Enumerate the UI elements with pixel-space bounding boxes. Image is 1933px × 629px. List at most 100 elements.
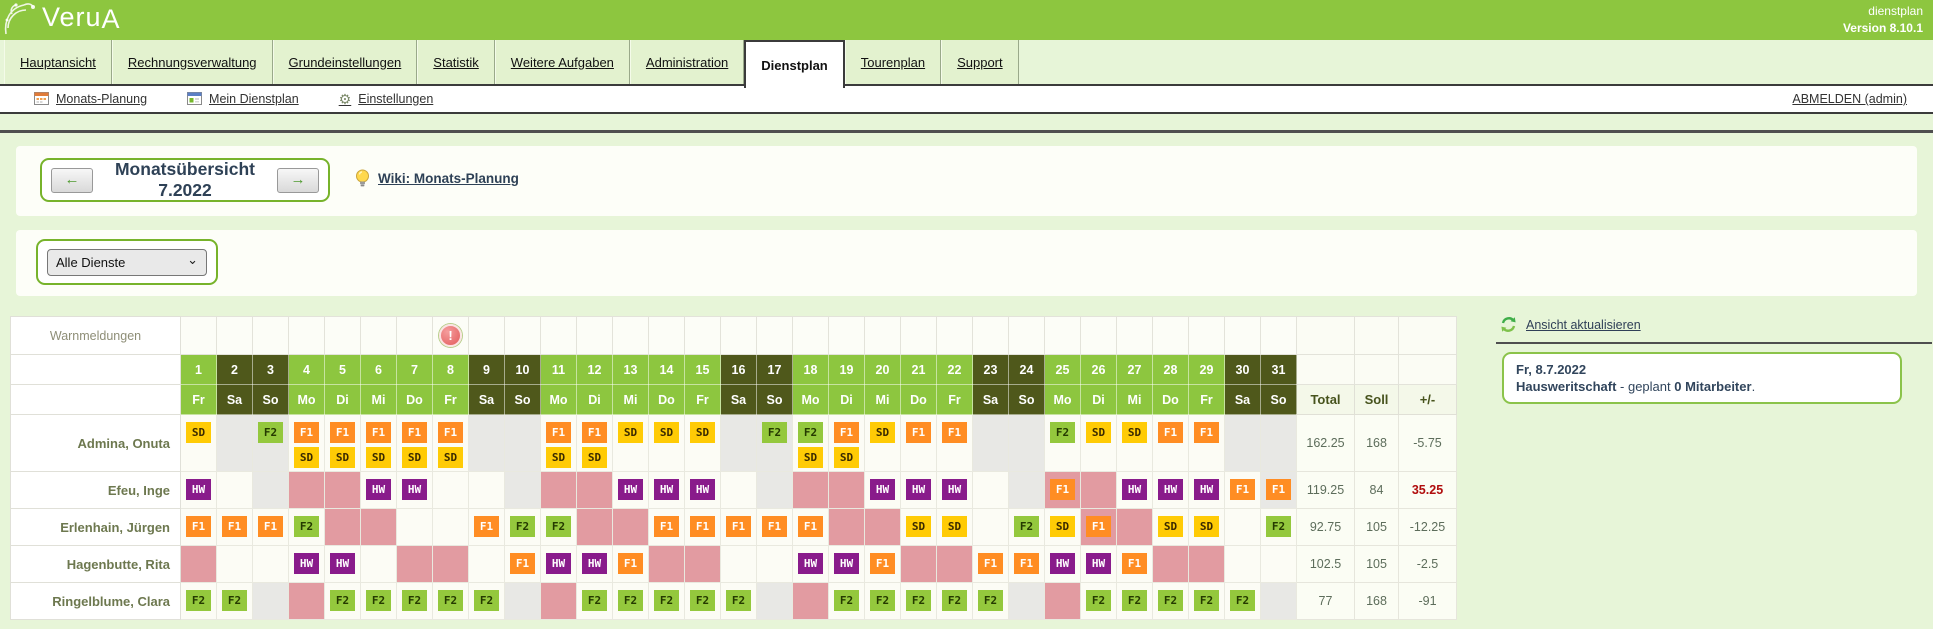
day-cell[interactable]: [325, 509, 361, 546]
day-cell[interactable]: HW: [793, 546, 829, 583]
day-cell[interactable]: [1045, 583, 1081, 620]
day-cell[interactable]: [973, 472, 1009, 509]
day-cell[interactable]: [973, 415, 1009, 472]
day-cell[interactable]: [1009, 472, 1045, 509]
tab-rechnungsverwaltung[interactable]: Rechnungsverwaltung: [112, 40, 273, 84]
day-cell[interactable]: HW: [325, 546, 361, 583]
day-cell[interactable]: HW: [289, 546, 325, 583]
day-cell[interactable]: F2: [865, 583, 901, 620]
day-cell[interactable]: F2: [937, 583, 973, 620]
day-cell[interactable]: [757, 583, 793, 620]
day-cell[interactable]: F1: [613, 546, 649, 583]
subnav-link-einstellungen[interactable]: ⚙Einstellungen: [339, 91, 434, 108]
day-cell[interactable]: [541, 583, 577, 620]
day-cell[interactable]: [1189, 546, 1225, 583]
day-cell[interactable]: F2: [613, 583, 649, 620]
day-cell[interactable]: F2: [829, 583, 865, 620]
day-cell[interactable]: F2: [577, 583, 613, 620]
day-cell[interactable]: [397, 509, 433, 546]
day-cell[interactable]: HW: [685, 472, 721, 509]
day-cell[interactable]: [721, 472, 757, 509]
logout-link[interactable]: ABMELDEN (admin): [1792, 92, 1933, 106]
day-cell[interactable]: F1SD: [397, 415, 433, 472]
day-cell[interactable]: F2: [397, 583, 433, 620]
day-cell[interactable]: F1: [1261, 472, 1297, 509]
day-cell[interactable]: HW: [1153, 472, 1189, 509]
day-cell[interactable]: F2: [685, 583, 721, 620]
day-cell[interactable]: F2: [1189, 583, 1225, 620]
day-cell[interactable]: [829, 509, 865, 546]
day-cell[interactable]: F1: [865, 546, 901, 583]
day-cell[interactable]: HW: [901, 472, 937, 509]
day-cell[interactable]: F2: [289, 509, 325, 546]
day-cell[interactable]: [1261, 415, 1297, 472]
day-cell[interactable]: [1225, 509, 1261, 546]
day-cell[interactable]: F2: [181, 583, 217, 620]
day-cell[interactable]: SD: [937, 509, 973, 546]
day-cell[interactable]: F1: [793, 509, 829, 546]
day-cell[interactable]: F1: [649, 509, 685, 546]
day-cell[interactable]: F1: [721, 509, 757, 546]
warning-icon[interactable]: !: [439, 324, 462, 347]
day-cell[interactable]: [1225, 546, 1261, 583]
day-cell[interactable]: [973, 509, 1009, 546]
day-cell[interactable]: [253, 546, 289, 583]
tab-hauptansicht[interactable]: Hauptansicht: [4, 40, 112, 84]
day-cell[interactable]: F1SD: [325, 415, 361, 472]
day-cell[interactable]: [361, 509, 397, 546]
day-cell[interactable]: [1261, 583, 1297, 620]
day-cell[interactable]: F1: [217, 509, 253, 546]
day-cell[interactable]: [469, 472, 505, 509]
day-cell[interactable]: F1: [253, 509, 289, 546]
day-cell[interactable]: HW: [613, 472, 649, 509]
day-cell[interactable]: F2: [433, 583, 469, 620]
day-cell[interactable]: F2: [721, 583, 757, 620]
day-cell[interactable]: F1: [757, 509, 793, 546]
day-cell[interactable]: [217, 546, 253, 583]
day-cell[interactable]: [613, 509, 649, 546]
service-filter-select[interactable]: Alle Dienste: [47, 249, 207, 276]
day-cell[interactable]: F2: [1261, 509, 1297, 546]
day-cell[interactable]: [937, 546, 973, 583]
day-cell[interactable]: HW: [577, 546, 613, 583]
day-cell[interactable]: [253, 472, 289, 509]
day-cell[interactable]: HW: [361, 472, 397, 509]
tab-tourenplan[interactable]: Tourenplan: [845, 40, 941, 84]
day-cell[interactable]: F2: [361, 583, 397, 620]
day-cell[interactable]: SD: [613, 415, 649, 472]
day-cell[interactable]: [1009, 583, 1045, 620]
day-cell[interactable]: SD: [685, 415, 721, 472]
day-cell[interactable]: [469, 415, 505, 472]
day-cell[interactable]: F2: [217, 583, 253, 620]
day-cell[interactable]: F2: [505, 509, 541, 546]
day-cell[interactable]: [433, 546, 469, 583]
previous-month-button[interactable]: ←: [51, 168, 93, 193]
day-cell[interactable]: [433, 509, 469, 546]
day-cell[interactable]: [181, 546, 217, 583]
day-cell[interactable]: [793, 472, 829, 509]
day-cell[interactable]: [757, 472, 793, 509]
day-cell[interactable]: F1: [505, 546, 541, 583]
day-cell[interactable]: F1: [937, 415, 973, 472]
next-month-button[interactable]: →: [277, 168, 319, 193]
day-cell[interactable]: [685, 546, 721, 583]
tab-support[interactable]: Support: [941, 40, 1019, 84]
day-cell[interactable]: F1SD: [829, 415, 865, 472]
wiki-link[interactable]: Wiki: Monats-Planung: [378, 171, 519, 186]
day-cell[interactable]: [397, 546, 433, 583]
day-cell[interactable]: HW: [1189, 472, 1225, 509]
day-cell[interactable]: F1: [1117, 546, 1153, 583]
subnav-link-mein-dienstplan[interactable]: Mein Dienstplan: [187, 91, 299, 108]
day-cell[interactable]: SD: [181, 415, 217, 472]
day-cell[interactable]: [541, 472, 577, 509]
tab-dienstplan[interactable]: Dienstplan: [744, 40, 844, 88]
day-cell[interactable]: [757, 546, 793, 583]
day-cell[interactable]: F1SD: [361, 415, 397, 472]
tab-statistik[interactable]: Statistik: [417, 40, 495, 84]
day-cell[interactable]: [865, 509, 901, 546]
day-cell[interactable]: [1225, 415, 1261, 472]
day-cell[interactable]: F2: [901, 583, 937, 620]
day-cell[interactable]: HW: [829, 546, 865, 583]
day-cell[interactable]: F2SD: [793, 415, 829, 472]
day-cell[interactable]: HW: [937, 472, 973, 509]
